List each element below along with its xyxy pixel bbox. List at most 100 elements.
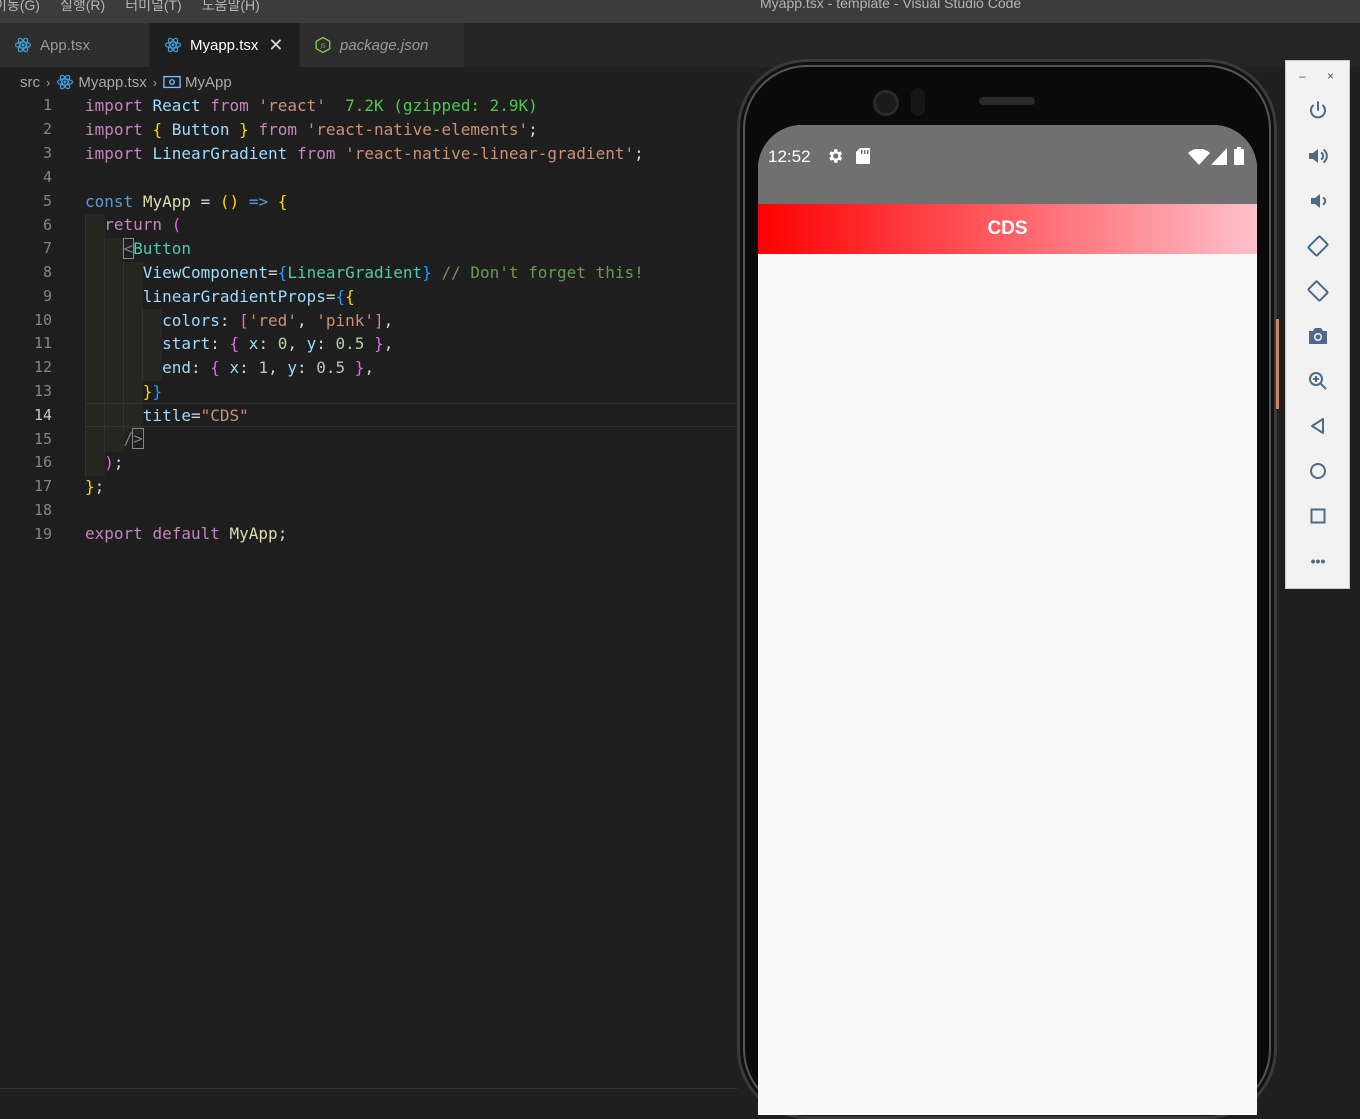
scrollbar-thumb[interactable] <box>1276 319 1279 409</box>
token: 1 <box>258 358 269 377</box>
token: ) <box>104 453 114 472</box>
token: ViewComponent <box>142 263 269 282</box>
code-line-10[interactable]: colors: ['red', 'pink'], <box>85 309 393 333</box>
token: const <box>85 192 134 211</box>
token: import <box>85 144 143 163</box>
variable-symbol-icon <box>163 75 181 89</box>
more-icon[interactable]: ••• <box>1304 547 1332 575</box>
token: x <box>248 334 259 353</box>
tab-myapp-tsx[interactable]: Myapp.tsx ✕ <box>150 23 300 67</box>
token: } <box>422 263 432 282</box>
code-line-12[interactable]: end: { x: 1, y: 0.5 }, <box>85 356 374 380</box>
token: x <box>229 358 240 377</box>
token: MyApp <box>142 192 191 211</box>
token: LinearGradient <box>287 263 423 282</box>
token: linearGradientProps <box>142 287 326 306</box>
token: React <box>152 96 201 115</box>
android-status-bar: 12:52 <box>758 125 1257 204</box>
token: ; <box>277 524 288 543</box>
token: 'react' <box>258 96 326 115</box>
token: } <box>152 382 163 401</box>
token: , <box>383 311 394 330</box>
home-icon <box>1310 463 1326 479</box>
line-number: 1 <box>42 96 52 114</box>
token: y <box>306 334 317 353</box>
token: ; <box>94 477 105 496</box>
code-line-5[interactable]: const MyApp = () => { <box>85 190 287 214</box>
gradient-button[interactable]: CDS <box>758 204 1257 254</box>
zoom-button[interactable] <box>1304 367 1332 395</box>
line-number: 5 <box>42 192 52 210</box>
token: export <box>85 524 143 543</box>
breadcrumb-folder[interactable]: src <box>20 74 40 91</box>
gear-icon <box>829 149 843 163</box>
volume-down-button[interactable] <box>1304 187 1332 215</box>
token: ; <box>634 144 644 163</box>
code-editor[interactable]: 1 2 3 4 5 6 7 8 9 10 11 12 13 14 15 16 1… <box>0 94 737 1094</box>
code-line-9[interactable]: linearGradientProps={{ <box>85 285 355 309</box>
token: 0.5 <box>316 358 346 377</box>
power-button[interactable] <box>1304 97 1332 125</box>
menu-bar: 이동(G) 실행(R) 터미널(T) 도움말(H) <box>0 0 260 15</box>
zoom-icon <box>1309 372 1327 390</box>
token: () <box>219 192 240 211</box>
menu-go[interactable]: 이동(G) <box>0 0 40 15</box>
code-line-15[interactable]: /> <box>85 427 144 451</box>
line-number: 17 <box>33 477 52 495</box>
tab-app-tsx[interactable]: App.tsx <box>0 23 150 67</box>
token: from <box>258 120 297 139</box>
back-button[interactable] <box>1304 412 1332 440</box>
token: { <box>277 263 288 282</box>
code-line-2[interactable]: import { Button } from 'react-native-ele… <box>85 118 538 142</box>
line-number: 7 <box>42 239 52 257</box>
token: "CDS" <box>200 406 249 425</box>
close-icon[interactable]: ✕ <box>268 35 283 56</box>
line-number: 10 <box>33 311 52 329</box>
token: LinearGradient <box>152 144 288 163</box>
code-line-19[interactable]: export default MyApp; <box>85 522 287 546</box>
nodejs-icon: JS <box>315 36 331 54</box>
code-line-14[interactable]: title="CDS" <box>85 404 249 428</box>
code-line-13[interactable]: }} <box>85 380 162 404</box>
code-line-6[interactable]: return ( <box>85 213 181 237</box>
sd-card-icon <box>856 148 870 164</box>
code-line-3[interactable]: import LinearGradient from 'react-native… <box>85 142 644 166</box>
token: title <box>142 406 191 425</box>
token: => <box>248 192 269 211</box>
token: > <box>132 428 144 449</box>
menu-help[interactable]: 도움말(H) <box>202 0 260 15</box>
line-number: 3 <box>42 144 52 162</box>
code-line-17[interactable]: }; <box>85 475 104 499</box>
line-number: 11 <box>33 334 52 352</box>
tab-label: Myapp.tsx <box>190 36 259 54</box>
token: : <box>210 334 220 353</box>
code-line-16[interactable]: ); <box>85 451 123 475</box>
screenshot-button[interactable] <box>1304 322 1332 350</box>
token: // Don't forget this! <box>441 263 644 282</box>
token: ( <box>171 215 182 234</box>
overview-button[interactable] <box>1304 502 1332 530</box>
menu-terminal[interactable]: 터미널(T) <box>125 0 182 15</box>
line-number: 19 <box>33 525 52 543</box>
breadcrumb-file[interactable]: Myapp.tsx <box>78 74 146 91</box>
token: / <box>123 429 134 448</box>
menu-run[interactable]: 실행(R) <box>60 0 105 15</box>
volume-up-button[interactable] <box>1304 142 1332 170</box>
home-button[interactable] <box>1304 457 1332 485</box>
rotate-right-button[interactable] <box>1304 277 1332 305</box>
emulator-screen[interactable]: 12:52 CDS <box>758 125 1257 1115</box>
code-line-1[interactable]: import React from 'react' 7.2K (gzipped:… <box>85 94 538 118</box>
token: default <box>152 524 220 543</box>
front-camera <box>873 90 899 116</box>
code-line-11[interactable]: start: { x: 0, y: 0.5 }, <box>85 332 393 356</box>
minimize-button[interactable]: – <box>1299 69 1306 83</box>
code-line-8[interactable]: ViewComponent={LinearGradient} // Don't … <box>85 261 644 285</box>
volume-up-icon <box>1309 148 1328 164</box>
title-bar: 이동(G) 실행(R) 터미널(T) 도움말(H) Myapp.tsx - te… <box>0 0 1360 23</box>
code-line-7[interactable]: <Button <box>85 237 191 261</box>
tab-package-json[interactable]: JS package.json <box>300 23 465 67</box>
rotate-left-button[interactable] <box>1304 232 1332 260</box>
chevron-right-icon: › <box>152 74 158 90</box>
breadcrumb-symbol[interactable]: MyApp <box>185 74 232 91</box>
close-button[interactable]: × <box>1327 69 1334 83</box>
